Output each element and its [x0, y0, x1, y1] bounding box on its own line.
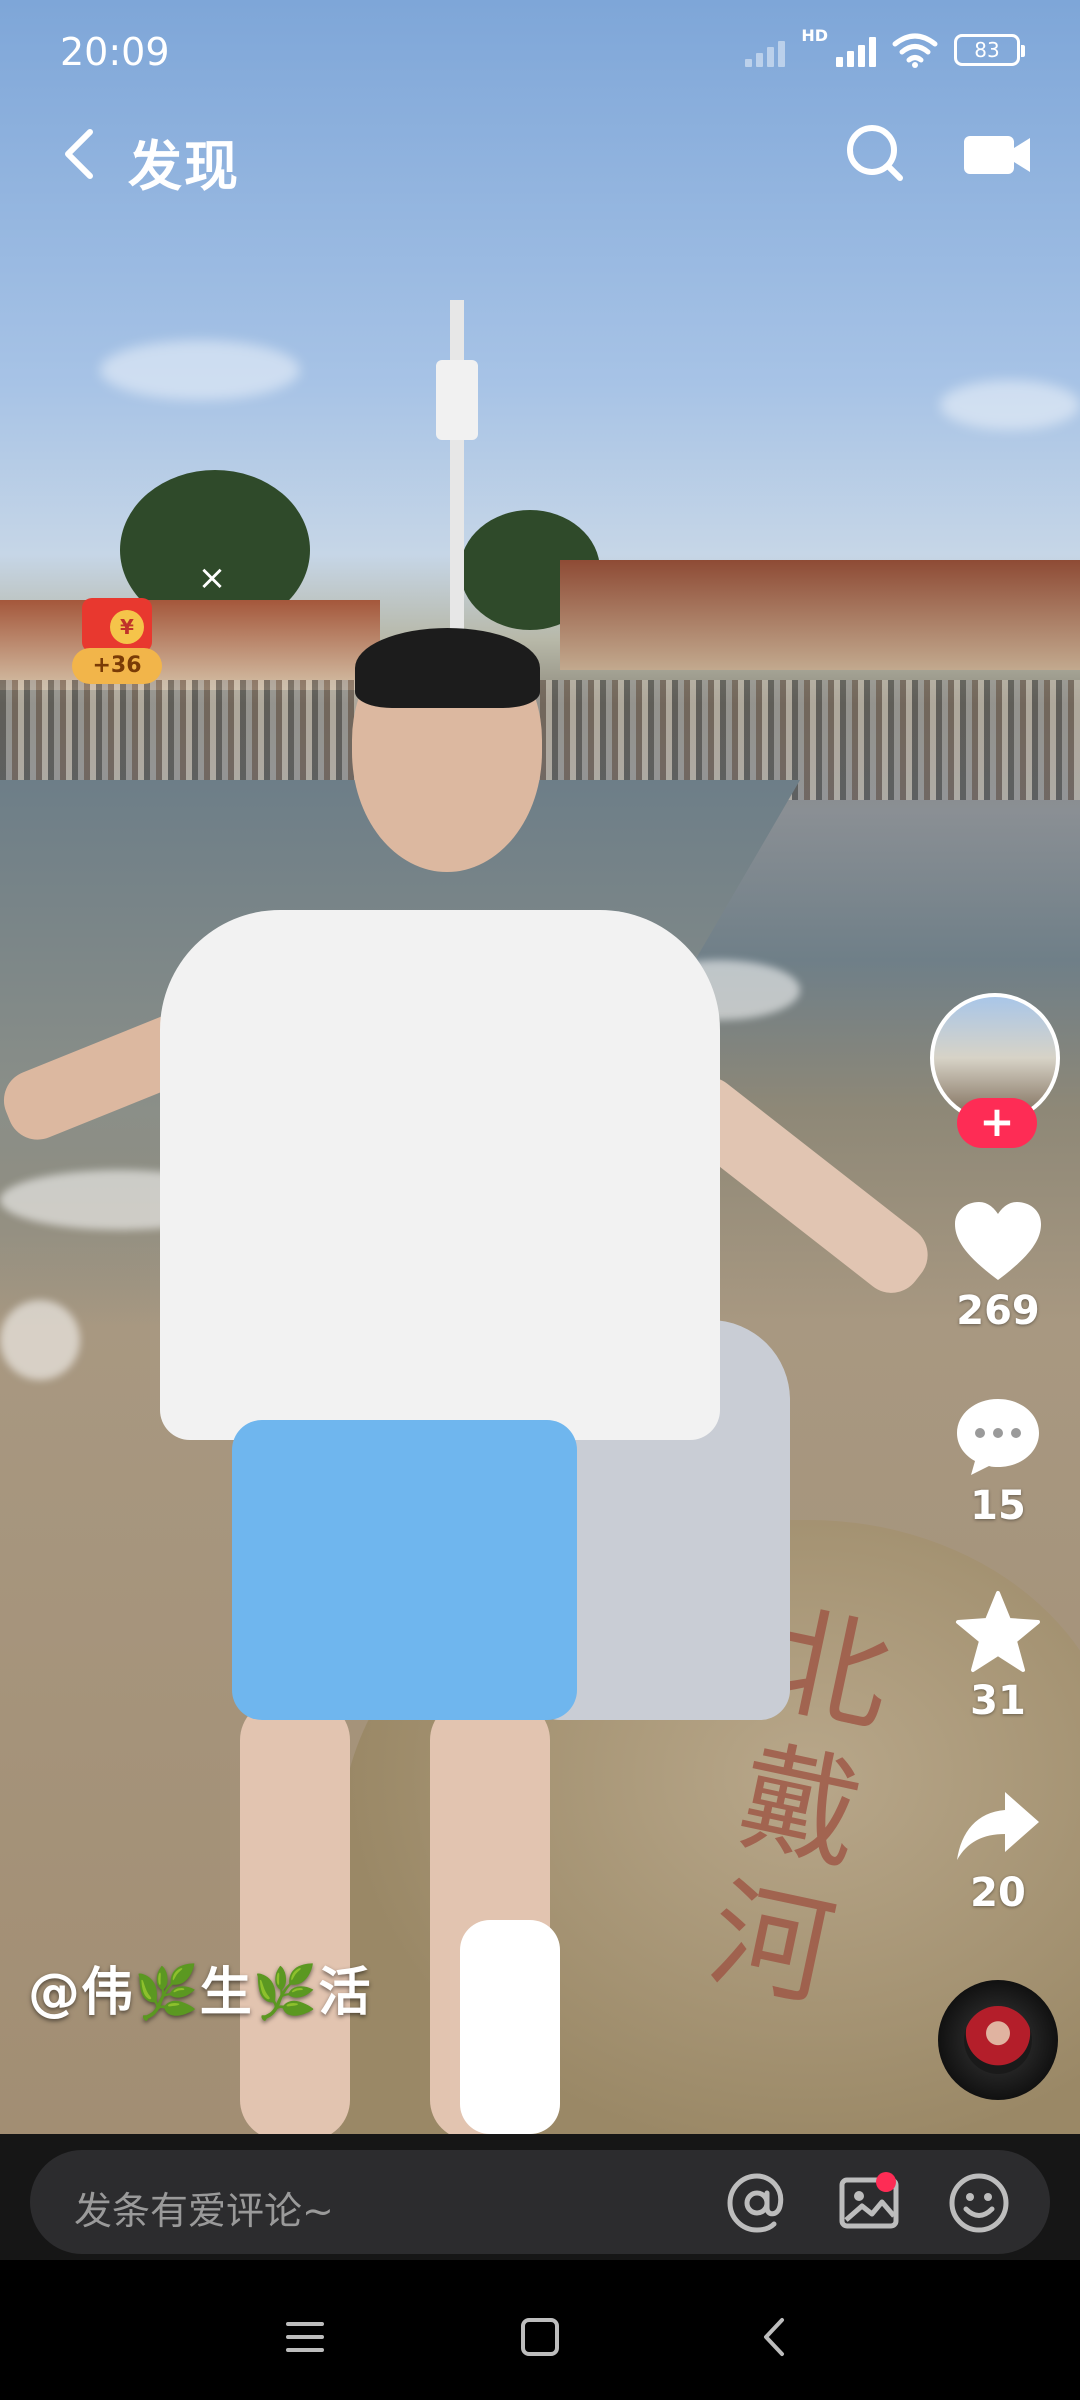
notification-dot [876, 2172, 896, 2192]
leaf-icon: 🌿 [134, 1963, 200, 2023]
leaf-icon: 🌿 [252, 1963, 319, 2023]
red-packet-badge: +36 [72, 648, 162, 684]
search-icon[interactable] [840, 118, 910, 188]
coin-icon: ¥ [110, 610, 144, 644]
video-player[interactable]: 北戴河 [0, 0, 1080, 2134]
menu-icon[interactable] [280, 2312, 330, 2362]
at-icon[interactable] [726, 2172, 788, 2234]
emoji-icon[interactable] [948, 2172, 1010, 2234]
comment-button[interactable]: 15 [950, 1395, 1046, 1529]
light-tower [450, 300, 464, 630]
home-icon[interactable] [515, 2312, 565, 2362]
status-time: 20:09 [60, 30, 170, 74]
comment-bar: 发条有爱评论~ [0, 2134, 1080, 2260]
heart-icon [955, 1202, 1041, 1280]
author-name-part: 活 [318, 1963, 372, 2023]
music-cover [964, 2006, 1032, 2074]
signal-2-icon [836, 33, 876, 67]
follow-button[interactable]: + [957, 1098, 1037, 1148]
person-shorts [232, 1420, 577, 1720]
person-leg [240, 1700, 350, 2134]
red-packet-close-icon[interactable]: × [192, 558, 232, 598]
share-icon [957, 1792, 1039, 1860]
top-nav: 发现 [0, 110, 1080, 200]
share-count: 20 [970, 1870, 1026, 1916]
comment-icon [957, 1399, 1039, 1475]
author-name[interactable]: @伟🌿生🌿活 [28, 1950, 372, 2025]
music-disc[interactable] [938, 1980, 1058, 2100]
favorite-count: 31 [970, 1678, 1026, 1724]
status-icons: HD 83 [745, 26, 1025, 68]
comment-input[interactable]: 发条有爱评论~ [30, 2150, 1050, 2254]
person-sock [460, 1920, 560, 2134]
cloud [100, 340, 300, 400]
buildings [0, 600, 380, 690]
status-bar: 20:09 HD 83 [0, 0, 1080, 110]
favorite-button[interactable]: 31 [950, 1590, 1046, 1724]
wave [0, 1300, 80, 1380]
person-hair [355, 628, 540, 708]
like-count: 269 [956, 1288, 1040, 1334]
buildings [560, 560, 1080, 670]
page-title: 发现 [128, 135, 240, 198]
signal-1-icon [745, 33, 786, 67]
battery-icon: 83 [954, 34, 1025, 66]
hd-label: HD [801, 26, 828, 45]
red-packet-icon: ¥ [82, 598, 152, 652]
light-tower-top [436, 360, 478, 440]
red-packet-widget[interactable]: ¥ +36 [72, 598, 162, 698]
back-icon[interactable] [750, 2312, 800, 2362]
wifi-icon [892, 33, 938, 68]
camera-icon[interactable] [962, 130, 1032, 180]
system-nav-bar [0, 2260, 1080, 2400]
comment-placeholder: 发条有爱评论~ [74, 2189, 334, 2233]
person-shirt [160, 910, 720, 1440]
star-icon [956, 1591, 1040, 1672]
back-arrow-icon[interactable] [52, 124, 112, 184]
like-button[interactable]: 269 [950, 1200, 1046, 1334]
share-button[interactable]: 20 [950, 1786, 1046, 1916]
comment-count: 15 [970, 1483, 1026, 1529]
author-name-part: 生 [199, 1963, 253, 2023]
author-name-part: @伟 [28, 1963, 135, 2023]
cloud [940, 380, 1080, 430]
